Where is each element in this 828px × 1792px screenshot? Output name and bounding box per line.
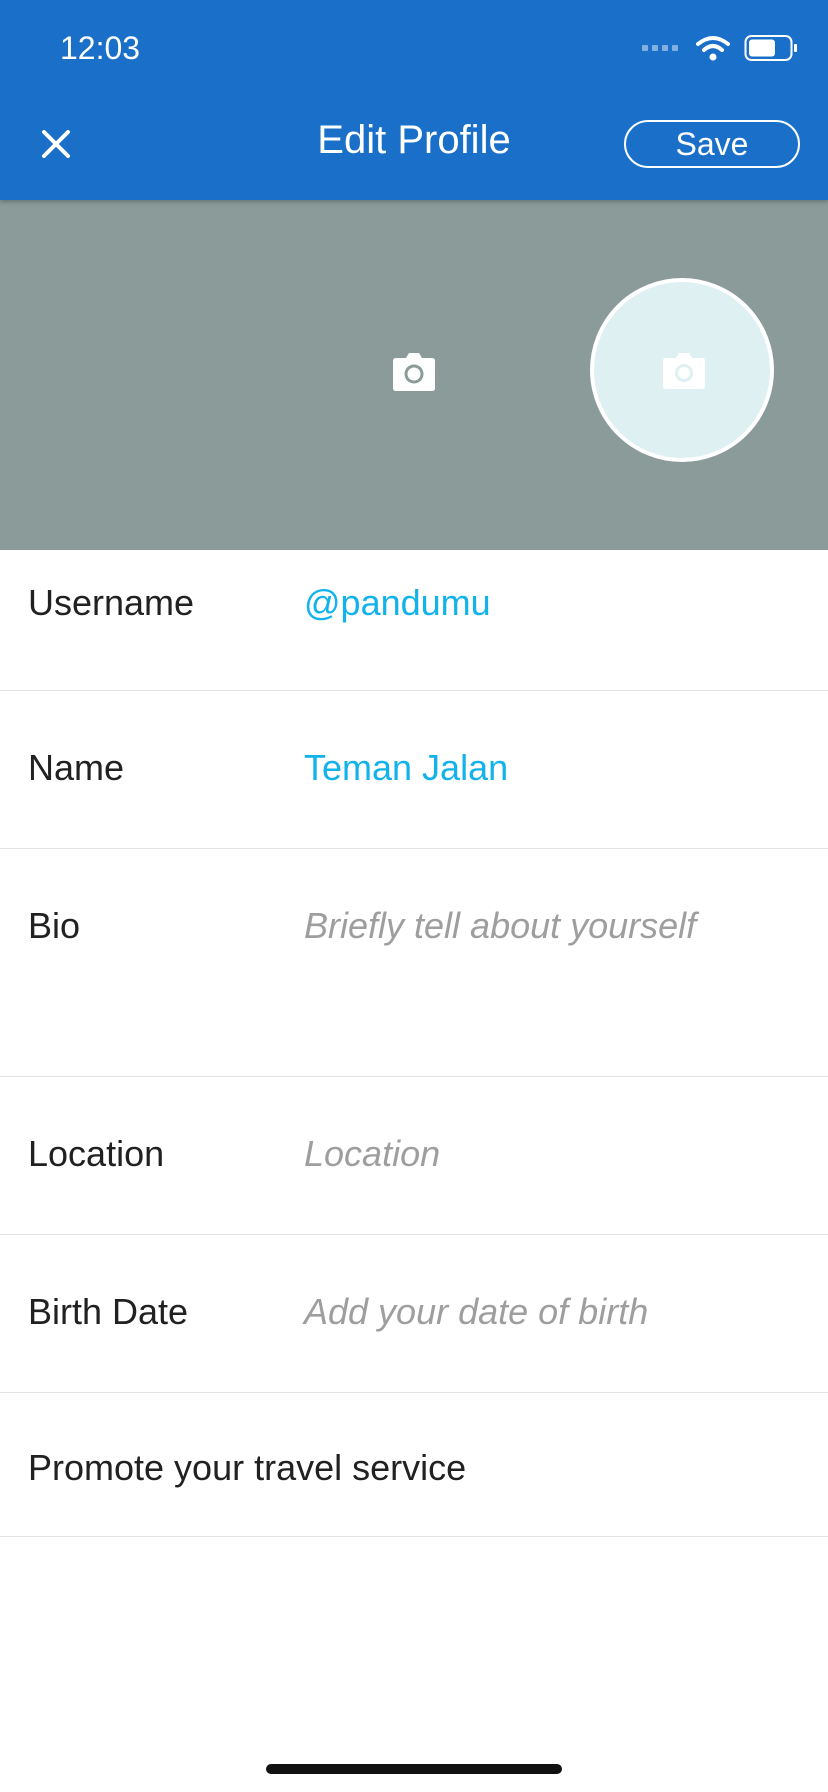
username-row[interactable]: Username @pandumu	[0, 550, 828, 691]
birth-date-row[interactable]: Birth Date Add your date of birth	[0, 1235, 828, 1393]
location-row[interactable]: Location Location	[0, 1077, 828, 1235]
status-icons	[642, 34, 798, 62]
username-label: Username	[28, 582, 195, 623]
birth-date-label: Birth Date	[28, 1291, 189, 1332]
name-row[interactable]: Name Teman Jalan	[0, 691, 828, 849]
promote-travel-service-row[interactable]: Promote your travel service	[0, 1393, 828, 1537]
status-time: 12:03	[60, 30, 141, 66]
home-indicator	[266, 1764, 562, 1774]
location-field[interactable]: Location	[304, 1133, 808, 1175]
location-label: Location	[28, 1133, 165, 1174]
signal-icon	[642, 45, 678, 51]
avatar[interactable]	[590, 278, 774, 462]
edit-profile-screen: 12:03 Edit Profile Save Username @pandum…	[0, 0, 828, 1792]
bio-row[interactable]: Bio Briefly tell about yourself	[0, 849, 828, 1077]
bio-label: Bio	[28, 905, 81, 946]
name-field[interactable]: Teman Jalan	[304, 747, 808, 789]
profile-form: Username @pandumu Name Teman Jalan Bio B…	[0, 550, 828, 1537]
battery-icon	[744, 35, 797, 61]
bio-field[interactable]: Briefly tell about yourself	[304, 905, 808, 947]
camera-icon[interactable]	[392, 352, 436, 392]
username-field[interactable]: @pandumu	[304, 582, 808, 624]
cover-photo[interactable]	[0, 200, 828, 550]
name-label: Name	[28, 747, 125, 788]
wifi-icon	[696, 36, 730, 61]
save-button[interactable]: Save	[624, 120, 800, 168]
header: 12:03 Edit Profile Save	[0, 0, 828, 200]
camera-icon	[663, 353, 705, 389]
promote-travel-service-label[interactable]: Promote your travel service	[28, 1447, 466, 1489]
birth-date-field[interactable]: Add your date of birth	[304, 1291, 808, 1333]
